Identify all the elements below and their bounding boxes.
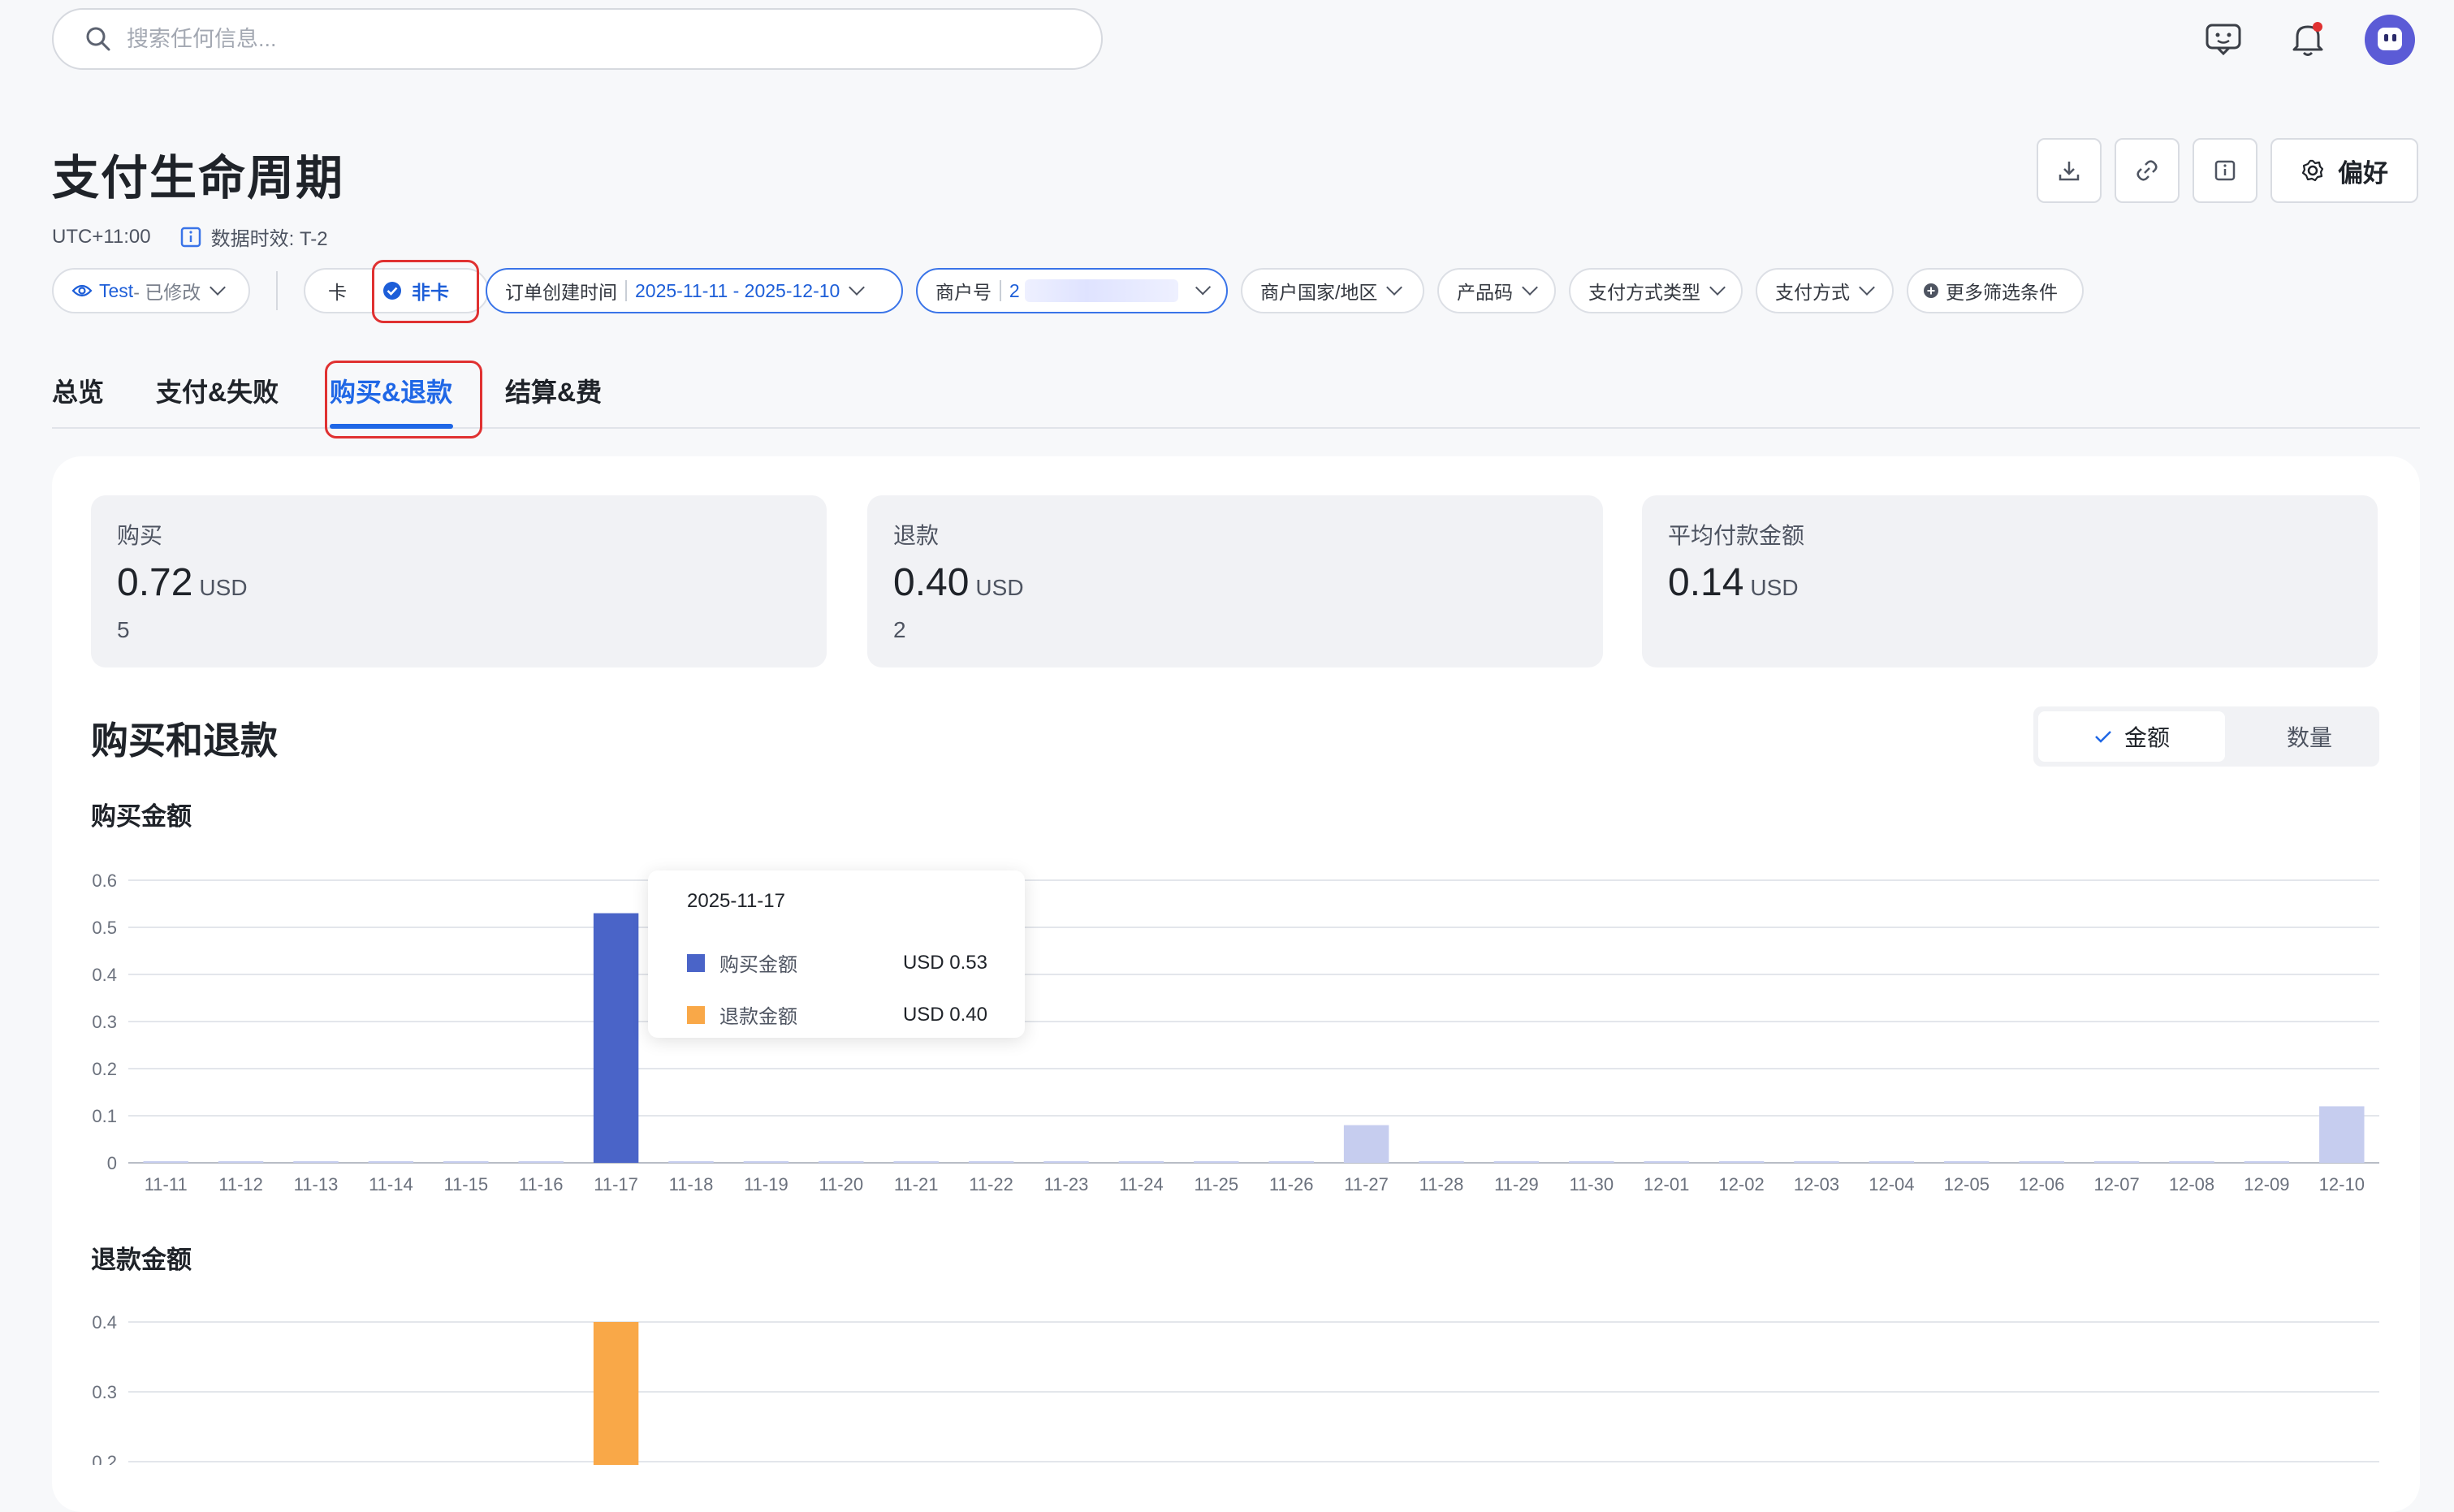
y-tick-label: 0.2: [92, 1452, 117, 1465]
x-tick-label: 12-06: [2019, 1174, 2064, 1194]
bar: [668, 1161, 714, 1163]
x-tick-label: 12-03: [1794, 1174, 1839, 1194]
y-tick-label: 0.3: [92, 1012, 117, 1032]
x-tick-label: 11-13: [294, 1174, 339, 1194]
tooltip-row-refund: 退款金额 USD 0.40: [687, 1000, 987, 1029]
x-tick-label: 11-18: [669, 1174, 714, 1194]
x-tick-label: 11-16: [519, 1174, 564, 1194]
bar: [1043, 1161, 1089, 1163]
bar: [1869, 1161, 1915, 1163]
bar: [2169, 1161, 2214, 1163]
y-tick-label: 0.5: [92, 918, 117, 938]
bar: [443, 1161, 489, 1163]
x-tick-label: 11-12: [218, 1174, 263, 1194]
x-tick-label: 11-21: [894, 1174, 939, 1194]
bar: [1194, 1161, 1239, 1163]
bar: [593, 1322, 639, 1465]
bar: [1419, 1161, 1464, 1163]
bar: [2319, 1106, 2365, 1163]
tooltip-date: 2025-11-17: [687, 890, 785, 912]
y-tick-label: 0.4: [92, 965, 117, 985]
bar: [2019, 1161, 2064, 1163]
y-tick-label: 0.2: [92, 1059, 117, 1079]
bar: [1493, 1161, 1540, 1163]
bar: [1343, 1125, 1389, 1163]
bar: [968, 1161, 1014, 1163]
x-tick-label: 12-02: [1718, 1174, 1764, 1194]
bar: [1569, 1161, 1614, 1163]
bar: [518, 1161, 564, 1163]
x-tick-label: 12-01: [1644, 1174, 1689, 1194]
y-tick-label: 0: [107, 1153, 117, 1173]
legend-swatch-refund: [687, 1005, 705, 1024]
bar: [1944, 1161, 1990, 1163]
x-tick-label: 11-17: [594, 1174, 638, 1194]
legend-swatch-purchase: [687, 953, 705, 972]
y-tick-label: 0.6: [92, 870, 117, 891]
y-tick-label: 0.4: [92, 1312, 117, 1333]
chart-tooltip: 2025-11-17 购买金额 USD 0.53 退款金额 USD 0.40: [648, 870, 1025, 1038]
bar: [593, 913, 639, 1163]
x-tick-label: 12-07: [2093, 1174, 2139, 1194]
bar: [293, 1161, 339, 1163]
tooltip-series-name: 购买金额: [719, 954, 797, 976]
tooltip-series-value: USD 0.40: [902, 1003, 987, 1026]
x-tick-label: 12-04: [1869, 1174, 1914, 1194]
x-tick-label: 12-08: [2169, 1174, 2214, 1194]
charts-canvas: 0 0.1 0.2 0.3 0.4 0.5 0.6 11-11 11-12 11-13 11-14 1…: [92, 870, 2379, 1465]
x-tick-label: 11-29: [1494, 1174, 1539, 1194]
x-tick-label: 12-09: [2244, 1174, 2289, 1194]
x-tick-label: 12-10: [2319, 1174, 2365, 1194]
bar: [143, 1161, 188, 1163]
bar: [1644, 1161, 1689, 1163]
x-tick-label: 11-19: [744, 1174, 788, 1194]
bar: [1268, 1161, 1314, 1163]
tooltip-series-value: USD 0.53: [902, 951, 987, 974]
y-tick-label: 0.3: [92, 1382, 117, 1402]
bar: [893, 1161, 939, 1163]
x-tick-label: 11-28: [1419, 1174, 1464, 1194]
bar: [2244, 1161, 2290, 1163]
x-tick-label: 11-26: [1269, 1174, 1314, 1194]
x-tick-label: 12-05: [1944, 1174, 1990, 1194]
x-tick-label: 11-11: [145, 1174, 188, 1194]
x-tick-label: 11-20: [819, 1174, 863, 1194]
tooltip-row-purchase: 购买金额 USD 0.53: [687, 948, 987, 977]
bar: [368, 1161, 414, 1163]
bar: [1794, 1161, 1839, 1163]
bar: [2093, 1161, 2140, 1163]
x-tick-label: 11-22: [969, 1174, 1013, 1194]
x-tick-label: 11-24: [1119, 1174, 1164, 1194]
bar: [743, 1161, 789, 1163]
x-tick-label: 11-23: [1044, 1174, 1089, 1194]
bar: [1118, 1161, 1164, 1163]
x-tick-label: 11-25: [1194, 1174, 1238, 1194]
y-tick-label: 0.1: [92, 1106, 117, 1126]
bar: [218, 1161, 264, 1163]
bar: [1718, 1161, 1765, 1163]
bar: [819, 1161, 864, 1163]
tooltip-series-name: 退款金额: [719, 1006, 797, 1028]
x-tick-label: 11-30: [1569, 1174, 1614, 1194]
x-tick-label: 11-15: [443, 1174, 488, 1194]
x-tick-label: 11-14: [369, 1174, 413, 1194]
x-tick-label: 11-27: [1344, 1174, 1389, 1194]
